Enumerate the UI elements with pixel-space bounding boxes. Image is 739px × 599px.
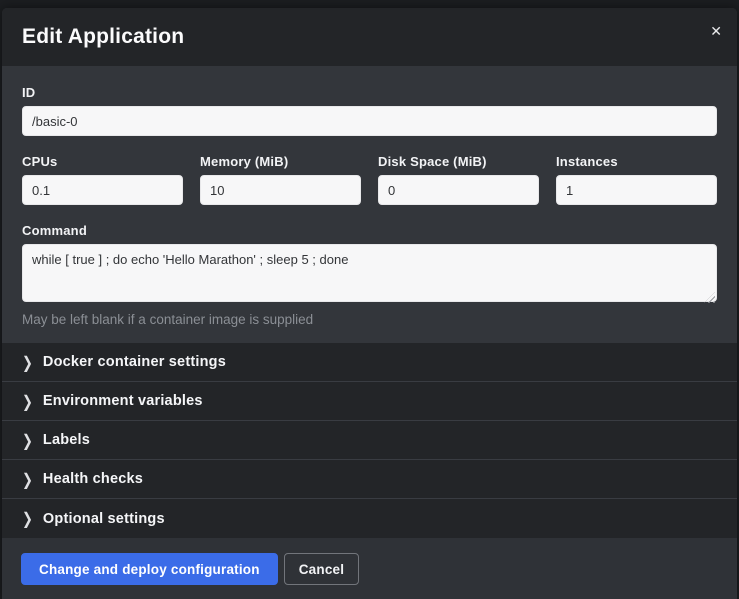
id-input[interactable]	[22, 106, 717, 136]
section-labels[interactable]: ❯ Labels	[2, 421, 737, 460]
section-health-checks[interactable]: ❯ Health checks	[2, 460, 737, 499]
instances-input[interactable]	[556, 175, 717, 205]
chevron-right-icon: ❯	[22, 393, 33, 409]
command-help-text: May be left blank if a container image i…	[22, 312, 717, 327]
memory-input[interactable]	[200, 175, 361, 205]
cpus-input[interactable]	[22, 175, 183, 205]
cpus-field-group: CPUs	[22, 154, 183, 205]
instances-field-group: Instances	[556, 154, 717, 205]
section-optional-settings[interactable]: ❯ Optional settings	[2, 499, 737, 538]
memory-label: Memory (MiB)	[200, 154, 361, 169]
command-textarea-wrap: while [ true ] ; do echo 'Hello Marathon…	[22, 244, 717, 307]
collapsible-sections: ❯ Docker container settings ❯ Environmen…	[2, 343, 737, 538]
modal-title: Edit Application	[22, 25, 184, 49]
section-environment-variables[interactable]: ❯ Environment variables	[2, 382, 737, 421]
disk-label: Disk Space (MiB)	[378, 154, 539, 169]
chevron-right-icon: ❯	[22, 471, 33, 487]
id-label: ID	[22, 85, 717, 100]
modal-footer: Change and deploy configuration Cancel	[2, 538, 737, 599]
chevron-right-icon: ❯	[22, 432, 33, 448]
change-and-deploy-button[interactable]: Change and deploy configuration	[21, 553, 278, 585]
section-label: Health checks	[43, 471, 143, 487]
cancel-button[interactable]: Cancel	[284, 553, 359, 585]
section-docker-container-settings[interactable]: ❯ Docker container settings	[2, 343, 737, 382]
command-textarea[interactable]: while [ true ] ; do echo 'Hello Marathon…	[22, 244, 717, 302]
section-label: Environment variables	[43, 393, 203, 409]
resources-row: CPUs Memory (MiB) Disk Space (MiB) Insta…	[22, 154, 717, 205]
disk-input[interactable]	[378, 175, 539, 205]
chevron-right-icon: ❯	[22, 510, 33, 526]
section-label: Labels	[43, 432, 90, 448]
modal-header: Edit Application ✕	[2, 8, 737, 66]
id-field-group: ID	[22, 85, 717, 136]
instances-label: Instances	[556, 154, 717, 169]
application-form: ID CPUs Memory (MiB) Disk Space (MiB) In…	[2, 66, 737, 343]
section-label: Docker container settings	[43, 354, 226, 370]
command-field-group: Command while [ true ] ; do echo 'Hello …	[22, 223, 717, 327]
chevron-right-icon: ❯	[22, 354, 33, 370]
command-label: Command	[22, 223, 717, 238]
edit-application-modal: Edit Application ✕ ID CPUs Memory (MiB) …	[2, 8, 737, 599]
section-label: Optional settings	[43, 511, 165, 527]
memory-field-group: Memory (MiB)	[200, 154, 361, 205]
disk-field-group: Disk Space (MiB)	[378, 154, 539, 205]
close-icon[interactable]: ✕	[710, 22, 722, 40]
cpus-label: CPUs	[22, 154, 183, 169]
